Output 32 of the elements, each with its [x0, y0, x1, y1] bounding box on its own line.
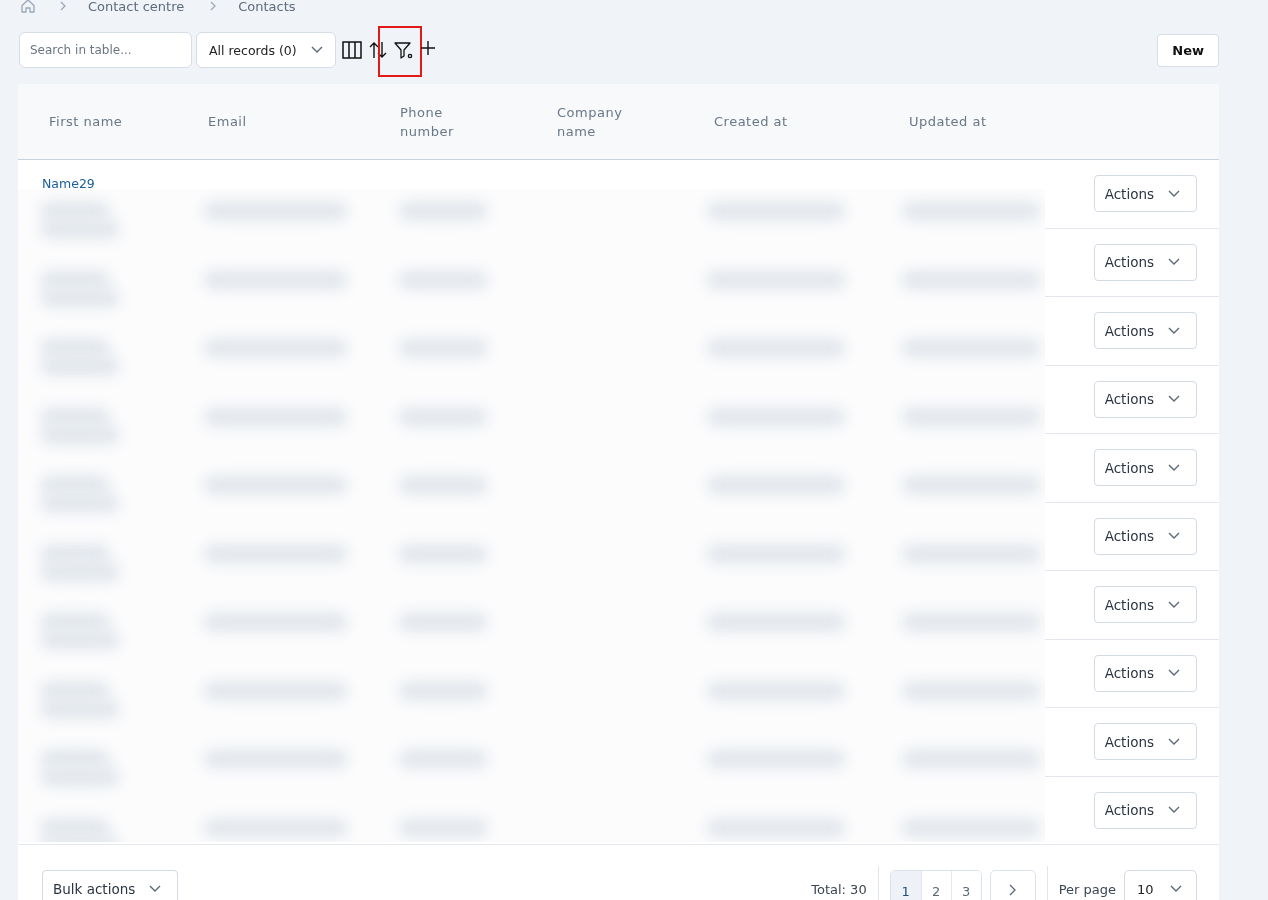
page-button[interactable]: 1 — [890, 871, 921, 900]
actions-dropdown[interactable]: Actions — [1093, 243, 1197, 281]
column-header[interactable]: Updated at — [902, 112, 1004, 131]
actions-dropdown[interactable]: Actions — [1093, 791, 1197, 829]
columns-icon[interactable] — [342, 40, 362, 60]
per-page-dropdown[interactable]: 10 — [1124, 870, 1197, 900]
sort-arrows-icon[interactable] — [368, 40, 388, 60]
column-header[interactable]: Created at — [707, 112, 809, 131]
column-header[interactable]: Email — [201, 112, 303, 131]
column-header[interactable]: First name — [42, 112, 144, 131]
page-button[interactable]: 3 — [950, 871, 981, 900]
actions-dropdown[interactable]: Actions — [1093, 517, 1197, 555]
bulk-actions-dropdown[interactable]: Bulk actions — [42, 870, 179, 900]
chevron-right-icon — [58, 0, 68, 12]
actions-dropdown[interactable]: Actions — [1093, 175, 1197, 213]
per-page-label: Per page — [1058, 882, 1116, 897]
actions-dropdown[interactable]: Actions — [1093, 723, 1197, 761]
new-button[interactable]: New — [1157, 33, 1219, 67]
view-dropdown[interactable]: All records (0) — [196, 32, 336, 68]
name-link[interactable]: Name29 — [42, 176, 95, 191]
filter-gear-icon[interactable] — [394, 40, 414, 60]
total-count: Total: 30 — [811, 882, 867, 897]
breadcrumb-link[interactable]: Contact centre — [88, 0, 185, 14]
actions-dropdown[interactable]: Actions — [1093, 654, 1197, 692]
actions-dropdown[interactable]: Actions — [1093, 449, 1197, 487]
column-header[interactable]: Phone number — [393, 102, 495, 141]
actions-dropdown[interactable]: Actions — [1093, 312, 1197, 350]
actions-dropdown[interactable]: Actions — [1093, 380, 1197, 418]
breadcrumb-link[interactable]: Contacts — [238, 0, 296, 14]
column-header[interactable]: Company name — [550, 102, 652, 141]
actions-dropdown[interactable]: Actions — [1093, 586, 1197, 624]
search-field[interactable]: Search in table... — [19, 32, 192, 68]
